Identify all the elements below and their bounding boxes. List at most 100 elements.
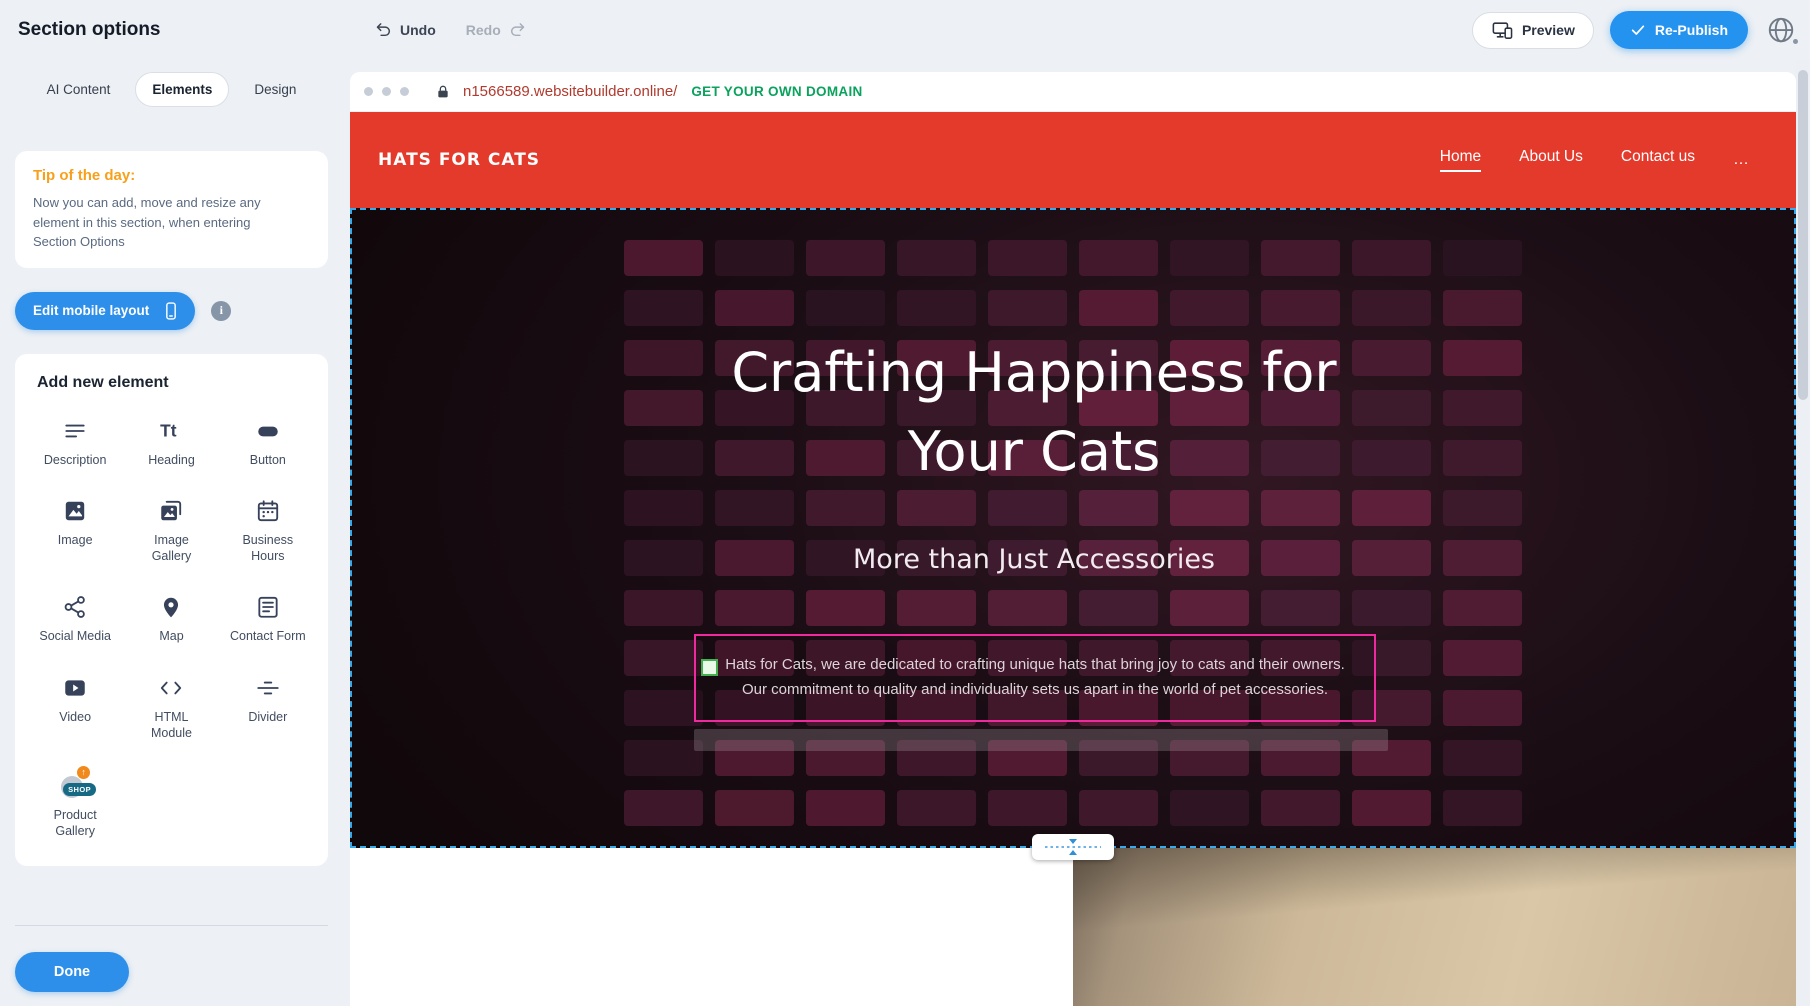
republish-button[interactable]: Re-Publish bbox=[1610, 11, 1748, 49]
sidebar-divider bbox=[15, 925, 328, 926]
hero-tile bbox=[1079, 290, 1158, 326]
element-business-hours[interactable]: Business Hours bbox=[220, 496, 316, 564]
sidebar-tabs: AI Content Elements Design bbox=[15, 72, 328, 107]
element-label: Business Hours bbox=[230, 533, 306, 564]
site-url: n1566589.websitebuilder.online/ bbox=[463, 83, 677, 100]
element-divider[interactable]: Divider bbox=[220, 673, 316, 741]
hero-tile bbox=[1261, 240, 1340, 276]
site-logo[interactable]: HATS FOR CATS bbox=[378, 150, 540, 170]
element-image-gallery[interactable]: Image Gallery bbox=[123, 496, 219, 564]
hero-tile bbox=[715, 240, 794, 276]
image-icon bbox=[59, 496, 91, 526]
drag-handle[interactable] bbox=[701, 659, 718, 676]
preview-label: Preview bbox=[1522, 22, 1575, 38]
element-heading[interactable]: Tt Heading bbox=[123, 416, 219, 469]
window-dot bbox=[364, 87, 373, 96]
element-label: Image Gallery bbox=[133, 533, 209, 564]
undo-icon bbox=[375, 21, 393, 39]
element-label: Video bbox=[59, 710, 91, 726]
pavement-photo bbox=[1073, 848, 1796, 1006]
language-globe-button[interactable] bbox=[1764, 13, 1798, 47]
redo-button[interactable]: Redo bbox=[466, 21, 526, 39]
hero-tile bbox=[897, 790, 976, 826]
element-video[interactable]: Video bbox=[27, 673, 123, 741]
globe-icon bbox=[1766, 15, 1796, 45]
tip-title: Tip of the day: bbox=[33, 167, 310, 184]
hero-tile bbox=[1170, 290, 1249, 326]
topbar-actions: Preview Re-Publish bbox=[1472, 11, 1798, 49]
check-icon bbox=[1630, 22, 1646, 38]
hero-paragraph: Hats for Cats, we are dedicated to craft… bbox=[715, 653, 1355, 703]
contact-form-icon bbox=[252, 592, 284, 622]
hero-tile bbox=[806, 240, 885, 276]
button-icon bbox=[252, 416, 284, 446]
element-image[interactable]: Image bbox=[27, 496, 123, 564]
topbar: Section options Undo Redo Previe bbox=[0, 0, 1810, 60]
tab-design[interactable]: Design bbox=[237, 72, 313, 107]
redo-label: Redo bbox=[466, 22, 501, 38]
element-map[interactable]: Map bbox=[123, 592, 219, 645]
element-description[interactable]: Description bbox=[27, 416, 123, 469]
hero-tile bbox=[715, 790, 794, 826]
description-icon bbox=[59, 416, 91, 446]
element-button[interactable]: Button bbox=[220, 416, 316, 469]
hero-tile bbox=[897, 240, 976, 276]
scrollbar-thumb[interactable] bbox=[1798, 70, 1808, 400]
element-grid: Description Tt Heading Button bbox=[27, 416, 316, 840]
edit-mobile-layout-button[interactable]: Edit mobile layout bbox=[15, 292, 195, 330]
undo-redo-group: Undo Redo bbox=[375, 21, 526, 39]
edit-mobile-layout-label: Edit mobile layout bbox=[33, 303, 149, 318]
section-resize-handle[interactable] bbox=[1032, 834, 1114, 860]
hero-subheading[interactable]: More than Just Accessories bbox=[350, 544, 1718, 575]
editor-canvas: n1566589.websitebuilder.online/ GET YOUR… bbox=[350, 60, 1810, 1006]
element-html-module[interactable]: HTML Module bbox=[123, 673, 219, 741]
element-product-gallery[interactable]: SHOP ↑ Product Gallery bbox=[27, 769, 123, 839]
info-icon[interactable]: i bbox=[211, 301, 231, 321]
browser-chrome: n1566589.websitebuilder.online/ GET YOUR… bbox=[350, 72, 1796, 112]
product-gallery-icon: SHOP ↑ bbox=[57, 769, 93, 801]
element-label: HTML Module bbox=[133, 710, 209, 741]
selected-paragraph-element[interactable]: Hats for Cats, we are dedicated to craft… bbox=[694, 634, 1376, 722]
element-label: Divider bbox=[248, 710, 287, 726]
undo-button[interactable]: Undo bbox=[375, 21, 436, 39]
nav-more-button[interactable]: … bbox=[1733, 151, 1750, 169]
nav-contact-us[interactable]: Contact us bbox=[1621, 148, 1695, 172]
tab-elements[interactable]: Elements bbox=[135, 72, 229, 107]
hero-tile bbox=[806, 590, 885, 626]
hero-tile bbox=[988, 290, 1067, 326]
site-header: HATS FOR CATS Home About Us Contact us … bbox=[350, 112, 1796, 208]
tip-of-the-day-card: Tip of the day: Now you can add, move an… bbox=[15, 151, 328, 268]
page-scrollbar[interactable] bbox=[1796, 60, 1810, 1006]
tab-ai-content[interactable]: AI Content bbox=[30, 72, 128, 107]
done-button[interactable]: Done bbox=[15, 952, 129, 992]
preview-button[interactable]: Preview bbox=[1472, 12, 1594, 49]
hero-tile bbox=[1170, 790, 1249, 826]
element-contact-form[interactable]: Contact Form bbox=[220, 592, 316, 645]
get-domain-link[interactable]: GET YOUR OWN DOMAIN bbox=[691, 84, 862, 99]
nav-about-us[interactable]: About Us bbox=[1519, 148, 1583, 172]
next-section[interactable] bbox=[350, 848, 1796, 1006]
heading-icon: Tt bbox=[155, 416, 187, 446]
hero-tile bbox=[1352, 790, 1431, 826]
hero-tile bbox=[806, 290, 885, 326]
notification-dot bbox=[1793, 39, 1798, 44]
hero-heading[interactable]: Crafting Happiness for Your Cats bbox=[350, 334, 1718, 492]
resize-arrows-icon bbox=[1041, 837, 1105, 857]
hero-tile bbox=[1443, 740, 1522, 776]
redo-icon bbox=[508, 21, 526, 39]
hero-tile bbox=[1170, 240, 1249, 276]
site-preview-window: n1566589.websitebuilder.online/ GET YOUR… bbox=[350, 72, 1796, 1006]
upgrade-arrow-icon: ↑ bbox=[77, 766, 90, 779]
element-label: Map bbox=[159, 629, 183, 645]
nav-home[interactable]: Home bbox=[1440, 148, 1481, 172]
hero-tile bbox=[1443, 590, 1522, 626]
sidebar-footer: Done bbox=[15, 925, 328, 992]
hero-tile bbox=[988, 240, 1067, 276]
element-social-media[interactable]: Social Media bbox=[27, 592, 123, 645]
undo-label: Undo bbox=[400, 22, 436, 38]
section-options-sidebar: AI Content Elements Design Tip of the da… bbox=[0, 60, 350, 1006]
site-nav: Home About Us Contact us … bbox=[1440, 148, 1750, 172]
hero-section[interactable]: Crafting Happiness for Your Cats More th… bbox=[350, 208, 1796, 848]
hero-tile bbox=[715, 590, 794, 626]
video-icon bbox=[59, 673, 91, 703]
